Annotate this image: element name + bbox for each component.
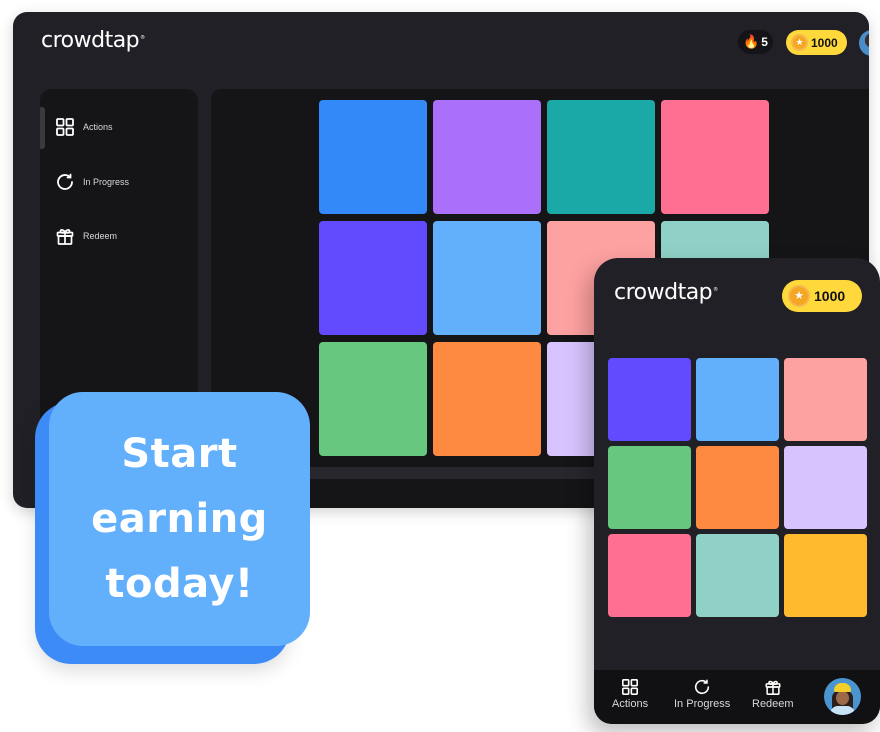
action-tile[interactable]: [784, 534, 867, 617]
logo-text: crowdtap: [41, 28, 140, 53]
points-badge[interactable]: ★ 1000: [786, 30, 847, 55]
action-tile[interactable]: [608, 534, 691, 617]
registered-mark: ®: [140, 34, 145, 41]
sidebar-item-actions[interactable]: Actions: [55, 117, 113, 137]
action-tile[interactable]: [784, 446, 867, 529]
points-value: 1000: [811, 35, 838, 50]
start-earning-card: Start earning today!: [49, 392, 310, 646]
flame-icon: 🔥: [743, 34, 760, 49]
grid-icon: [622, 678, 639, 696]
action-tile[interactable]: [696, 358, 779, 441]
action-tile[interactable]: [784, 358, 867, 441]
sidebar-item-label: Actions: [83, 122, 113, 132]
streak-count: 5: [761, 35, 768, 49]
refresh-icon: [57, 173, 73, 190]
nav-item-in-progress[interactable]: In Progress: [674, 678, 730, 710]
star-coin-icon: ★: [791, 34, 808, 51]
action-tile[interactable]: [661, 100, 769, 214]
action-tile[interactable]: [433, 100, 541, 214]
crowdtap-logo[interactable]: crowdtap®: [41, 28, 145, 53]
nav-item-label: In Progress: [674, 698, 731, 710]
streak-badge[interactable]: 🔥 5: [738, 30, 773, 54]
cta-line: Start: [121, 430, 238, 477]
nav-item-redeem[interactable]: Redeem: [752, 678, 794, 710]
logo-text: crowdtap: [614, 280, 713, 305]
action-tile[interactable]: [319, 100, 427, 214]
gift-icon: [765, 680, 781, 695]
points-badge[interactable]: ★ 1000: [782, 280, 862, 312]
sidebar-item-in-progress[interactable]: In Progress: [55, 172, 129, 192]
sidebar-item-redeem[interactable]: Redeem: [55, 226, 117, 246]
action-tile[interactable]: [696, 534, 779, 617]
refresh-icon: [695, 679, 710, 695]
mobile-app-mockup: crowdtap® ★ 1000 Actions In Progress Red…: [594, 258, 880, 724]
crowdtap-logo[interactable]: crowdtap®: [614, 280, 718, 305]
action-tile[interactable]: [319, 342, 427, 456]
user-avatar[interactable]: [859, 30, 869, 56]
cta-line: today!: [105, 560, 254, 607]
action-tile[interactable]: [319, 221, 427, 335]
action-tile[interactable]: [433, 342, 541, 456]
sidebar-item-label: In Progress: [83, 177, 130, 187]
user-avatar[interactable]: [824, 678, 861, 715]
cta-line: earning: [91, 495, 268, 542]
sidebar-active-indicator: [40, 107, 45, 149]
action-tile[interactable]: [608, 358, 691, 441]
action-tile[interactable]: [608, 446, 691, 529]
nav-item-label: Actions: [612, 698, 649, 710]
gift-icon: [56, 229, 74, 245]
points-value: 1000: [814, 288, 846, 304]
registered-mark: ®: [713, 286, 718, 293]
grid-icon: [56, 118, 74, 136]
bottom-navigation: Actions In Progress Redeem: [594, 670, 880, 724]
nav-item-actions[interactable]: Actions: [612, 678, 648, 710]
star-coin-icon: ★: [788, 285, 810, 307]
action-tile[interactable]: [433, 221, 541, 335]
sidebar-item-label: Redeem: [83, 231, 118, 241]
nav-item-label: Redeem: [752, 698, 794, 710]
action-tile[interactable]: [547, 100, 655, 214]
action-tile[interactable]: [696, 446, 779, 529]
